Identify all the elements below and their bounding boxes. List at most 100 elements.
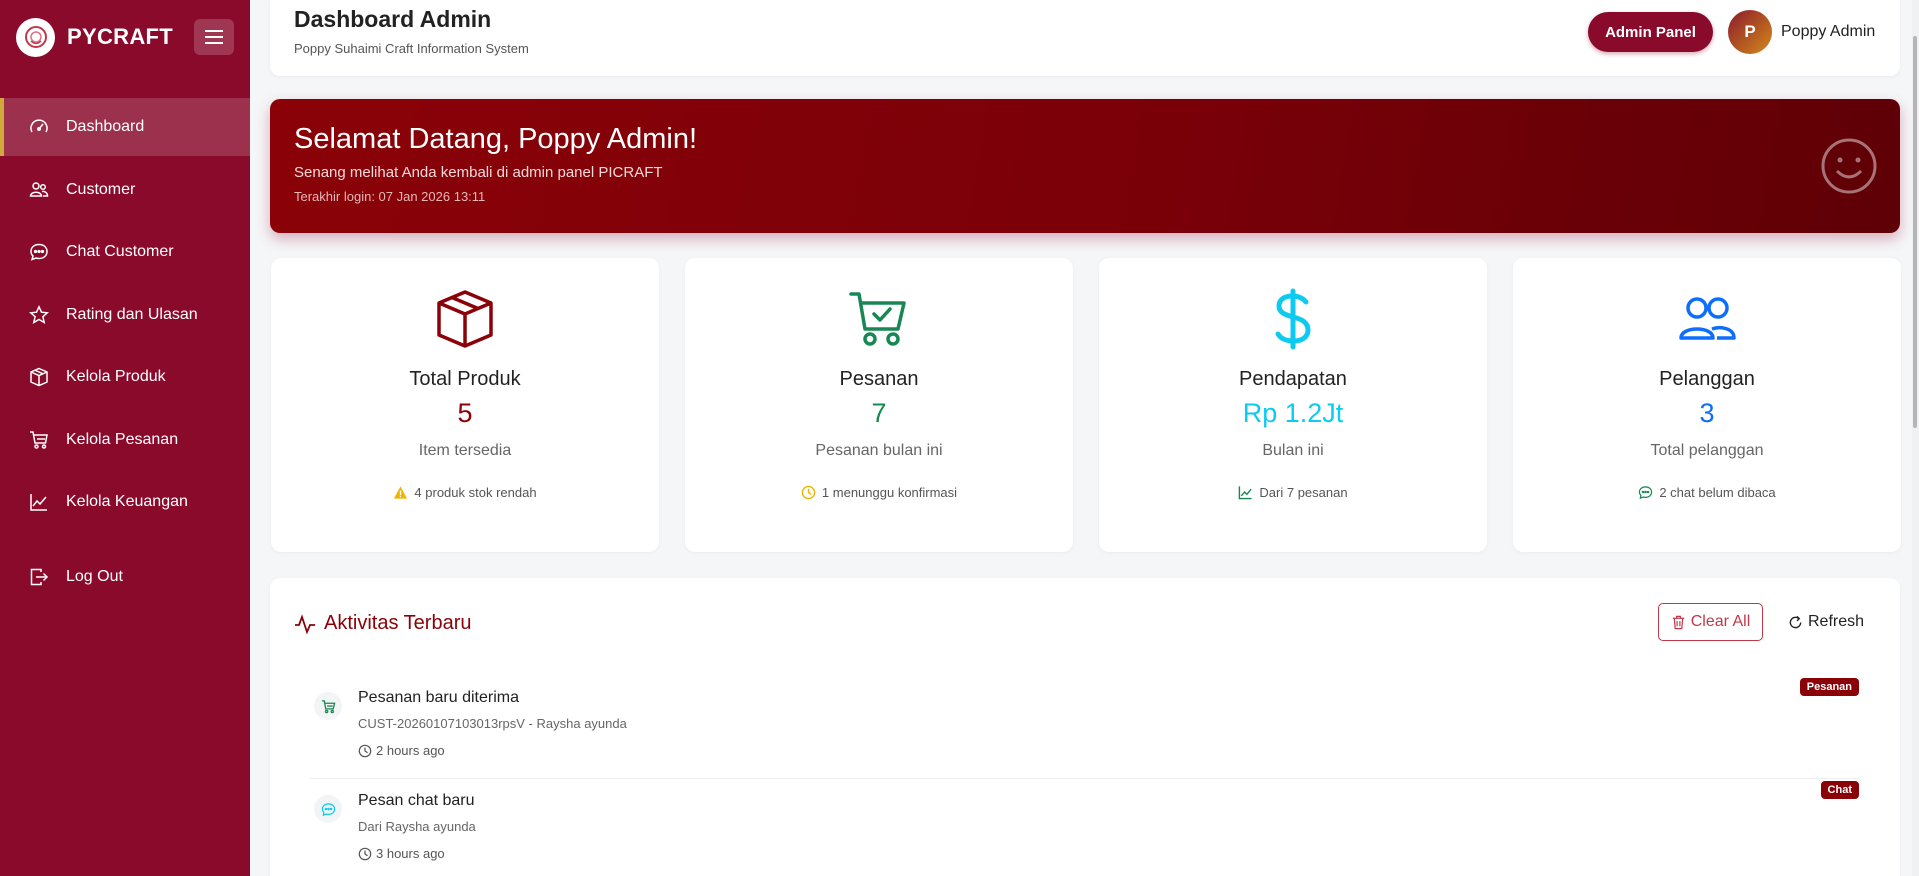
activity-item-time-text: 2 hours ago — [376, 743, 445, 758]
page-title: Dashboard Admin — [294, 6, 492, 32]
status-badge: Pesanan — [1799, 678, 1859, 696]
cart-icon — [321, 699, 335, 713]
activity-panel: Aktivitas Terbaru Clear All Refresh Pesa… — [270, 578, 1900, 876]
activity-icon — [295, 613, 315, 635]
stat-card-pelanggan[interactable]: Pelanggan 3 Total pelanggan 2 chat belum… — [1513, 258, 1901, 552]
card-value: 3 — [1699, 398, 1715, 428]
clock-icon — [801, 485, 816, 500]
sidebar-item-label: Kelola Pesanan — [66, 430, 179, 448]
welcome-banner: Selamat Datang, Poppy Admin! Senang meli… — [270, 99, 1900, 233]
chat-icon — [30, 243, 48, 261]
welcome-title: Selamat Datang, Poppy Admin! — [294, 123, 698, 155]
card-value: 5 — [457, 398, 473, 428]
logout-icon — [30, 568, 49, 585]
sidebar-item-label: Chat Customer — [66, 243, 174, 260]
card-note: 1 menunggu konfirmasi — [685, 485, 1073, 500]
sidebar-item-rating[interactable]: Rating dan Ulasan — [0, 286, 250, 344]
card-note-text: 2 chat belum dibaca — [1659, 485, 1776, 500]
card-title: Pelanggan — [1659, 368, 1755, 390]
scrollbar-thumb[interactable] — [1913, 36, 1917, 428]
card-icon-wrap — [271, 288, 659, 350]
card-desc: Item tersedia — [418, 442, 512, 459]
trash-icon — [1672, 615, 1684, 629]
hamburger-icon — [205, 30, 223, 44]
card-note: Dari 7 pesanan — [1099, 485, 1487, 500]
people-icon — [29, 181, 49, 197]
star-icon — [29, 304, 49, 324]
activity-item-detail: Dari Raysha ayunda — [358, 819, 476, 834]
sidebar-item-chat-customer[interactable]: Chat Customer — [0, 223, 250, 281]
sidebar-item-customer[interactable]: Customer — [0, 161, 250, 219]
sidebar-item-kelola-pesanan[interactable]: Kelola Pesanan — [0, 411, 250, 469]
sidebar-item-kelola-keuangan[interactable]: Kelola Keuangan — [0, 473, 250, 531]
activity-title: Aktivitas Terbaru — [294, 612, 471, 635]
card-note: 2 chat belum dibaca — [1513, 485, 1901, 500]
cart-icon — [30, 430, 48, 449]
sidebar-item-dashboard[interactable]: Dashboard — [0, 98, 250, 156]
graph-icon — [30, 494, 47, 511]
card-title: Pendapatan — [1239, 368, 1347, 390]
sidebar-nav: Dashboard Customer Chat Customer Rating … — [0, 98, 250, 610]
brand-logo — [16, 17, 55, 57]
stat-card-pendapatan[interactable]: Pendapatan Rp 1.2Jt Bulan ini Dari 7 pes… — [1099, 258, 1487, 552]
card-title: Pesanan — [839, 368, 919, 390]
clear-all-button[interactable]: Clear All — [1658, 603, 1763, 641]
refresh-label: Refresh — [1808, 613, 1865, 630]
logout-button[interactable]: Log Out — [0, 548, 250, 606]
logo-icon — [24, 26, 47, 48]
activity-item-time-text: 3 hours ago — [376, 846, 445, 861]
activity-item-time: 3 hours ago — [358, 846, 445, 861]
people-icon — [1679, 297, 1736, 340]
sidebar-item-label: Kelola Keuangan — [66, 493, 188, 510]
page-subtitle: Poppy Suhaimi Craft Information System — [294, 41, 529, 56]
clock-icon — [358, 744, 372, 757]
activity-item[interactable]: Pesanan baru diterima CUST-2026010710301… — [310, 678, 1860, 779]
box-icon — [437, 290, 493, 348]
box-icon — [30, 367, 48, 387]
speedometer-icon — [30, 119, 48, 133]
brand-name: PYCRAFT — [67, 24, 173, 49]
card-icon-wrap — [685, 288, 1073, 350]
sidebar-item-label: Rating dan Ulasan — [66, 305, 198, 323]
admin-panel-button[interactable]: Admin Panel — [1588, 12, 1713, 52]
activity-item[interactable]: Pesan chat baru Dari Raysha ayunda 3 hou… — [310, 781, 1860, 876]
chat-dots-icon — [321, 802, 335, 816]
card-icon-wrap — [1099, 288, 1487, 350]
status-badge: Chat — [1820, 781, 1859, 799]
activity-item-title: Pesan chat baru — [358, 792, 475, 809]
card-note-text: 4 produk stok rendah — [414, 485, 537, 500]
card-desc: Pesanan bulan ini — [815, 442, 943, 459]
card-note: 4 produk stok rendah — [271, 485, 659, 500]
activity-item-time: 2 hours ago — [358, 743, 445, 758]
dollar-icon — [1275, 288, 1311, 350]
last-login: Terakhir login: 07 Jan 2026 13:11 — [294, 189, 486, 204]
stat-card-total-produk[interactable]: Total Produk 5 Item tersedia 4 produk st… — [271, 258, 659, 552]
clock-icon — [358, 847, 372, 860]
top-header: Dashboard Admin Poppy Suhaimi Craft Info… — [270, 0, 1900, 76]
activity-item-detail: CUST-20260107103013rpsV - Raysha ayunda — [358, 716, 627, 731]
sidebar: PYCRAFT Dashboard Customer Chat Customer… — [0, 0, 250, 876]
card-icon-wrap — [1513, 288, 1901, 350]
card-note-text: 1 menunggu konfirmasi — [821, 485, 958, 500]
logout-label: Log Out — [66, 567, 123, 585]
avatar[interactable]: P — [1728, 10, 1772, 54]
chat-dots-icon — [1639, 486, 1653, 500]
activity-item-icon — [314, 692, 342, 720]
refresh-icon — [1789, 615, 1802, 628]
activity-title-text: Aktivitas Terbaru — [324, 612, 472, 634]
sidebar-item-label: Kelola Produk — [66, 368, 166, 385]
sidebar-item-kelola-produk[interactable]: Kelola Produk — [0, 348, 250, 406]
card-note-text: Dari 7 pesanan — [1259, 485, 1348, 500]
clear-all-label: Clear All — [1690, 613, 1751, 630]
stat-card-pesanan[interactable]: Pesanan 7 Pesanan bulan ini 1 menunggu k… — [685, 258, 1073, 552]
user-name[interactable]: Poppy Admin — [1781, 23, 1875, 41]
menu-toggle-button[interactable] — [194, 19, 234, 55]
refresh-button[interactable]: Refresh — [1788, 603, 1864, 641]
sidebar-item-label: Dashboard — [66, 118, 145, 135]
smile-icon — [1821, 138, 1877, 194]
activity-item-title: Pesanan baru diterima — [358, 689, 519, 706]
card-desc: Total pelanggan — [1650, 442, 1764, 459]
warning-icon — [394, 486, 408, 499]
activity-item-icon — [314, 795, 342, 823]
card-value: 7 — [871, 398, 887, 428]
